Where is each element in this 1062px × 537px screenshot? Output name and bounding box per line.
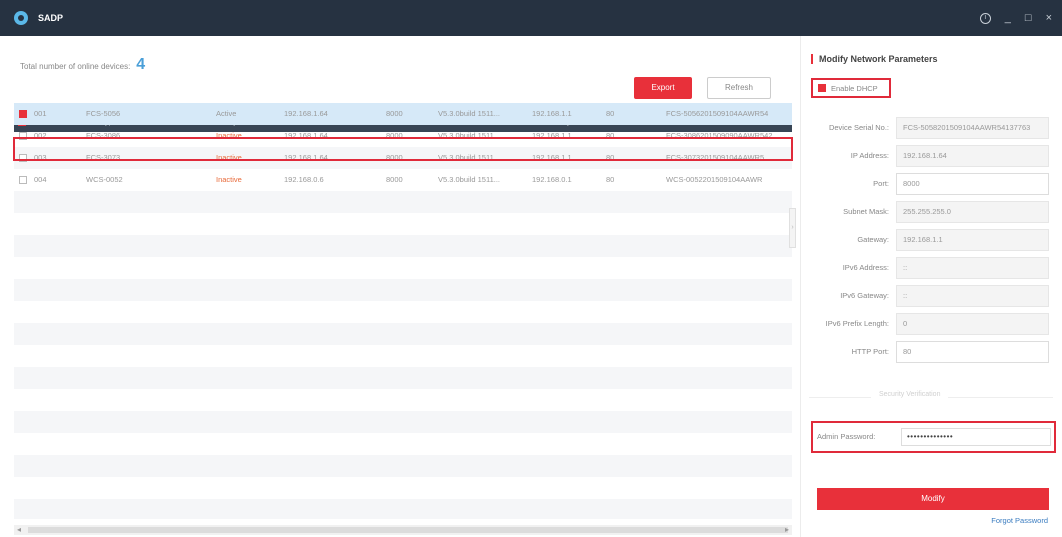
- cell-id: 004: [34, 175, 47, 184]
- modify-network-panel: Modify Network Parameters Enable DHCP De…: [800, 36, 1062, 537]
- scroll-right-icon[interactable]: ▸: [785, 525, 789, 535]
- subnet-mask-label: Subnet Mask:: [843, 207, 889, 216]
- ipv6-address-field[interactable]: ::: [896, 257, 1049, 279]
- scrollbar-thumb[interactable]: [28, 527, 788, 533]
- scroll-left-icon[interactable]: ◂: [17, 525, 21, 535]
- panel-title: Modify Network Parameters: [811, 54, 938, 64]
- refresh-button[interactable]: Refresh: [707, 77, 771, 99]
- security-verification-label: Security Verification: [871, 391, 949, 398]
- port-label: Port:: [873, 179, 889, 188]
- selected-row-highlight: [13, 137, 793, 161]
- admin-password-label: Admin Password:: [817, 432, 876, 441]
- info-icon[interactable]: i: [979, 12, 991, 24]
- maximize-icon[interactable]: □: [1025, 12, 1032, 24]
- ipv6-prefix-length-label: IPv6 Prefix Length:: [825, 319, 889, 328]
- empty-row: [14, 279, 792, 301]
- device-list-panel: Total number of online devices: 4 Export…: [0, 36, 796, 537]
- panel-collapse-handle[interactable]: ›: [789, 208, 796, 248]
- empty-row: [14, 191, 792, 213]
- gateway-label: Gateway:: [857, 235, 889, 244]
- window-controls: i _ □ ×: [979, 0, 1052, 36]
- title-bar: SADP i _ □ ×: [0, 0, 1062, 36]
- cell-device-type: FCS-5056: [86, 109, 121, 118]
- admin-password-group: Admin Password: ••••••••••••••: [811, 421, 1056, 453]
- cell-device-type: WCS-0052: [86, 175, 123, 184]
- cell-port: 8000: [386, 109, 403, 118]
- cell-http-port: 80: [606, 109, 615, 118]
- subnet-mask-field[interactable]: 255.255.255.0: [896, 201, 1049, 223]
- modify-button[interactable]: Modify: [817, 488, 1049, 510]
- port-field[interactable]: 8000: [896, 173, 1049, 195]
- cell-id: 001: [34, 109, 47, 118]
- cell-software: V5.3.0build 1511...: [438, 175, 500, 184]
- minimize-icon[interactable]: _: [1005, 12, 1011, 24]
- empty-row: [14, 455, 792, 477]
- empty-row: [14, 411, 792, 433]
- ipv6-prefix-length-field[interactable]: 0: [896, 313, 1049, 335]
- cell-serial: FCS-5056201509104AAWR54: [666, 109, 769, 118]
- empty-row: [14, 499, 792, 519]
- empty-row: [14, 323, 792, 345]
- cell-gateway: 192.168.0.1: [532, 175, 572, 184]
- cell-port: 8000: [386, 175, 403, 184]
- http-port-label: HTTP Port:: [851, 347, 889, 356]
- ipv6-gateway-label: IPv6 Gateway:: [840, 291, 889, 300]
- http-port-field[interactable]: 80: [896, 341, 1049, 363]
- table-row[interactable]: 004 WCS-0052 Inactive 192.168.0.6 8000 V…: [14, 169, 792, 191]
- row-checkbox[interactable]: [19, 110, 27, 118]
- close-icon[interactable]: ×: [1046, 12, 1052, 24]
- ip-address-label: IP Address:: [850, 151, 889, 160]
- cell-ipv4: 192.168.0.6: [284, 175, 324, 184]
- online-device-count: Total number of online devices: 4: [20, 56, 145, 74]
- enable-dhcp-option[interactable]: Enable DHCP: [811, 78, 891, 98]
- cell-http-port: 80: [606, 175, 615, 184]
- app-logo-icon: [14, 11, 28, 25]
- enable-dhcp-checkbox[interactable]: [818, 84, 826, 92]
- cell-serial: WCS-0052201509104AAWR: [666, 175, 763, 184]
- ipv6-address-label: IPv6 Address:: [842, 263, 889, 272]
- export-button[interactable]: Export: [634, 77, 692, 99]
- gateway-field[interactable]: 192.168.1.1: [896, 229, 1049, 251]
- ip-address-field[interactable]: 192.168.1.64: [896, 145, 1049, 167]
- device-serial-label: Device Serial No.:: [828, 123, 889, 132]
- online-count-label: Total number of online devices:: [20, 62, 131, 71]
- device-serial-field: FCS-5058201509104AAWR54137763: [896, 117, 1049, 139]
- cell-software: V5.3.0build 1511...: [438, 109, 500, 118]
- table-row[interactable]: 001 FCS-5056 Active 192.168.1.64 8000 V5…: [14, 103, 792, 125]
- cell-gateway: 192.168.1.1: [532, 109, 572, 118]
- forgot-password-link[interactable]: Forgot Password: [991, 516, 1048, 525]
- cell-security: Inactive: [216, 175, 242, 184]
- horizontal-scrollbar[interactable]: ◂ ▸: [14, 525, 792, 535]
- cell-security: Active: [216, 109, 237, 118]
- enable-dhcp-label: Enable DHCP: [831, 83, 878, 93]
- ipv6-gateway-field[interactable]: ::: [896, 285, 1049, 307]
- cell-ipv4: 192.168.1.64: [284, 109, 328, 118]
- admin-password-input[interactable]: ••••••••••••••: [901, 428, 1051, 446]
- row-checkbox[interactable]: [19, 176, 27, 184]
- empty-row: [14, 367, 792, 389]
- empty-row: [14, 235, 792, 257]
- app-title: SADP: [38, 13, 64, 23]
- online-count-value: 4: [136, 56, 146, 73]
